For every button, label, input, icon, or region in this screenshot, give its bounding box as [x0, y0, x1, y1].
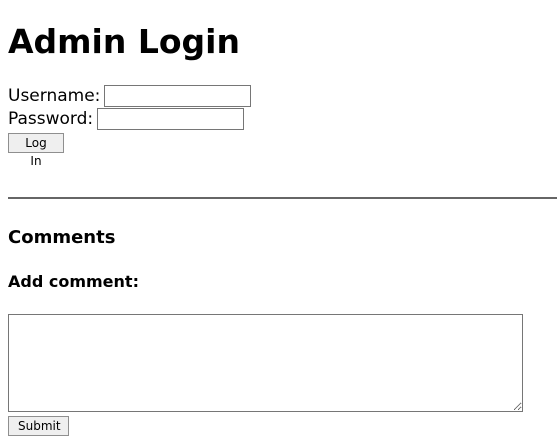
- login-button[interactable]: Log In: [8, 133, 64, 168]
- comments-heading: Comments: [8, 227, 116, 248]
- submit-button[interactable]: Submit: [8, 416, 69, 436]
- password-label: Password:: [8, 109, 94, 129]
- username-row: Username:: [8, 85, 252, 107]
- add-comment-heading: Add comment:: [8, 272, 139, 291]
- username-label: Username:: [8, 86, 101, 106]
- password-row: Password:: [8, 108, 245, 130]
- comment-textarea[interactable]: [8, 314, 523, 412]
- password-input[interactable]: [97, 108, 245, 130]
- username-input[interactable]: [104, 85, 252, 107]
- section-divider: [8, 197, 557, 199]
- page-title: Admin Login: [8, 22, 240, 61]
